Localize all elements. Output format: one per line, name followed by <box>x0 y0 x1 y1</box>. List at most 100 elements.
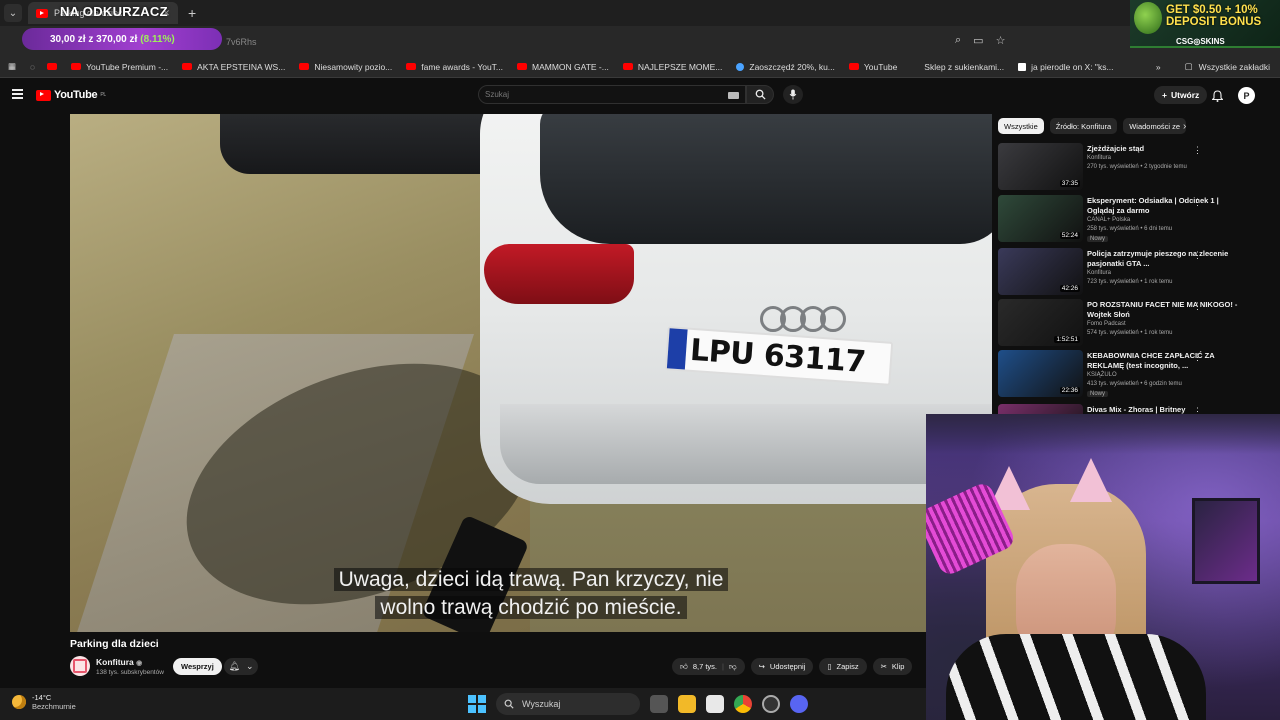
account-avatar[interactable]: P <box>1238 87 1255 104</box>
url-text: 7v6Rhs <box>226 37 257 47</box>
like-button[interactable]: 👍︎ 8,7 tys. | 👎︎ <box>672 658 745 675</box>
video-player[interactable]: LPU 63117 Uwaga, dzieci idą trawą. Pan k… <box>70 114 992 632</box>
car-logo-icon <box>760 306 850 332</box>
taskbar-apps <box>650 695 808 713</box>
youtube-icon <box>182 63 193 70</box>
filter-chip[interactable]: Wiadomości ze <box>1123 118 1187 134</box>
notification-settings-button[interactable]: 🔔︎ ⌄ <box>224 658 258 675</box>
more-options-icon[interactable]: ⋮ <box>1193 145 1202 156</box>
recommendation-title[interactable]: Zjeżdżajcie stąd <box>1087 144 1247 154</box>
channel-avatar[interactable] <box>70 656 90 676</box>
recommendation-channel[interactable]: Konfitura <box>1087 270 1111 276</box>
youtube-icon[interactable] <box>47 63 58 70</box>
filter-chip[interactable]: Źródło: Konfitura <box>1049 118 1118 134</box>
windows-start-icon[interactable] <box>468 695 486 713</box>
weather-widget[interactable]: -14°C Bezchmurnie <box>12 693 76 711</box>
store-icon <box>911 63 919 71</box>
bookmark-item[interactable]: Niesamowity pozio... <box>299 62 392 72</box>
bookmark-item[interactable]: fame awards - YouT... <box>406 62 503 72</box>
video-thumbnail[interactable]: 22:36 <box>998 350 1083 397</box>
youtube-icon <box>36 8 48 18</box>
apps-grid-icon[interactable]: ▦ <box>8 61 16 72</box>
promo-brand: CSG◎SKINS <box>1176 37 1225 46</box>
support-button[interactable]: Wesprzyj <box>173 658 222 675</box>
video-thumbnail[interactable]: 1:52:51 <box>998 299 1083 346</box>
recommendation-meta: 258 tys. wyświetleń • 6 dni temu <box>1087 226 1173 232</box>
task-view-icon[interactable] <box>650 695 668 713</box>
obs-icon[interactable] <box>762 695 780 713</box>
search-input[interactable]: Szukaj <box>478 85 746 104</box>
support-label: Wesprzyj <box>181 662 214 671</box>
youtube-logo[interactable]: YouTube PL <box>36 89 106 101</box>
store-icon[interactable] <box>706 695 724 713</box>
more-options-icon[interactable]: ⋮ <box>1193 250 1202 261</box>
share-button[interactable]: ↪ Udostępnij <box>750 658 814 675</box>
bookmark-item[interactable]: MAMMON GATE -... <box>517 62 609 72</box>
create-button[interactable]: + Utwórz <box>1154 86 1208 104</box>
chevron-right-icon[interactable]: » <box>1156 62 1161 72</box>
more-options-icon[interactable]: ⋮ <box>1193 352 1202 363</box>
bookmark-folder-icon[interactable]: ◌ <box>30 62 35 72</box>
recommendation-title[interactable]: KEBABOWNIA CHCE ZAPŁACIĆ ZA REKLAMĘ (tes… <box>1087 351 1247 371</box>
bookmark-item[interactable]: Sklep z sukienkami... <box>911 62 1004 72</box>
more-options-icon[interactable]: ⋮ <box>1193 197 1202 208</box>
notifications-bell-icon[interactable] <box>1211 89 1224 107</box>
chevron-right-icon[interactable]: › <box>1183 121 1186 132</box>
menu-icon[interactable] <box>12 89 23 99</box>
keyboard-icon[interactable] <box>728 92 739 99</box>
recommendation-title[interactable]: Policja zatrzymuje pieszego na zlecenie … <box>1087 249 1247 269</box>
bookmark-star-icon[interactable]: ☆ <box>996 34 1006 47</box>
more-options-icon[interactable]: ⋮ <box>1193 301 1202 312</box>
recommendation-channel[interactable]: CANAL+ Polska <box>1087 217 1130 223</box>
new-tab-button[interactable]: + <box>188 5 196 21</box>
avatar-letter: P <box>1243 90 1250 101</box>
save-label: Zapisz <box>836 662 859 671</box>
recommendation-item[interactable]: 52:24 Eksperyment: Odsiadka | Odcinek 1 |… <box>998 195 1268 243</box>
bookmark-item[interactable]: NAJLEPSZE MOME... <box>622 62 722 72</box>
video-thumbnail[interactable]: 42:26 <box>998 248 1083 295</box>
bookmark-item[interactable]: YouTube Premium -... <box>71 62 168 72</box>
recommendation-channel[interactable]: Fomo Padcast <box>1087 321 1126 327</box>
all-bookmarks[interactable]: » ▢ Wszystkie zakładki <box>1156 61 1270 72</box>
zoom-icon[interactable]: ⌕ <box>955 34 961 47</box>
discord-icon[interactable] <box>790 695 808 713</box>
save-button[interactable]: ▯ Zapisz <box>819 658 867 675</box>
recommendation-item[interactable]: 37:35 Zjeżdżajcie stąd Konfitura 270 tys. w… <box>998 143 1268 191</box>
video-duration: 42:26 <box>1059 285 1080 292</box>
video-thumbnail[interactable]: 37:35 <box>998 143 1083 190</box>
all-bookmarks-label: Wszystkie zakładki <box>1198 61 1270 72</box>
voice-search-button[interactable] <box>783 85 803 104</box>
webcam-poster <box>1192 498 1260 584</box>
bookmark-item[interactable]: Zaoszczędź 20%, ku... <box>736 62 835 72</box>
video-thumbnail[interactable]: 52:24 <box>998 195 1083 242</box>
chrome-icon[interactable] <box>734 695 752 713</box>
search-icon <box>504 699 514 709</box>
cast-icon[interactable]: ▭ <box>973 34 983 47</box>
recommendation-item[interactable]: 42:26 Policja zatrzymuje pieszego na zlec… <box>998 248 1268 296</box>
file-explorer-icon[interactable] <box>678 695 696 713</box>
channel-name[interactable]: Konfitura ◉ <box>96 657 142 667</box>
folder-icon: ▢ <box>1184 61 1193 71</box>
bookmark-item[interactable]: ja pierodle on X: "ks... <box>1018 62 1114 72</box>
recommendation-title[interactable]: PO ROZSTANIU FACET NIE MA NIKOGO! - Wojt… <box>1087 300 1247 320</box>
search-button[interactable] <box>746 85 774 104</box>
taskbar-search[interactable]: Wyszukaj <box>496 693 640 715</box>
screen: ⌄ Parking dla dzieci ✕ + 7v6Rhs ⌕ ▭ ☆ ▦ … <box>0 0 1280 720</box>
clip-button[interactable]: ✂ Klip <box>872 658 913 675</box>
goal-amount: 30,00 zł z 370,00 zł <box>50 33 138 45</box>
tab-search-button[interactable]: ⌄ <box>4 4 22 22</box>
recommendation-channel[interactable]: KSIĄŻULO <box>1087 372 1117 378</box>
recommendation-item[interactable]: 1:52:51 PO ROZSTANIU FACET NIE MA NIKOGO!… <box>998 299 1268 347</box>
recommendation-meta: 413 tys. wyświetleń • 6 godzin temu <box>1087 381 1182 387</box>
recommendation-channel[interactable]: Konfitura <box>1087 155 1111 161</box>
bookmark-item[interactable]: YouTube <box>848 62 897 72</box>
filter-chip[interactable]: Wszystkie <box>998 118 1044 134</box>
webcam-shelf <box>926 414 1280 454</box>
recommendation-item[interactable]: 22:36 KEBABOWNIA CHCE ZAPŁACIĆ ZA REKLAMĘ… <box>998 350 1268 398</box>
url-field[interactable]: 7v6Rhs <box>190 32 960 52</box>
like-count: 8,7 tys. <box>692 662 718 671</box>
address-bar-icons: ⌕ ▭ ☆ <box>955 34 1005 47</box>
bookmark-item[interactable]: AKTA EPSTEINA WS... <box>182 62 285 72</box>
thumbs-down-icon[interactable]: 👎︎ <box>729 662 737 672</box>
recommendation-title[interactable]: Eksperyment: Odsiadka | Odcinek 1 | Oglą… <box>1087 196 1247 216</box>
